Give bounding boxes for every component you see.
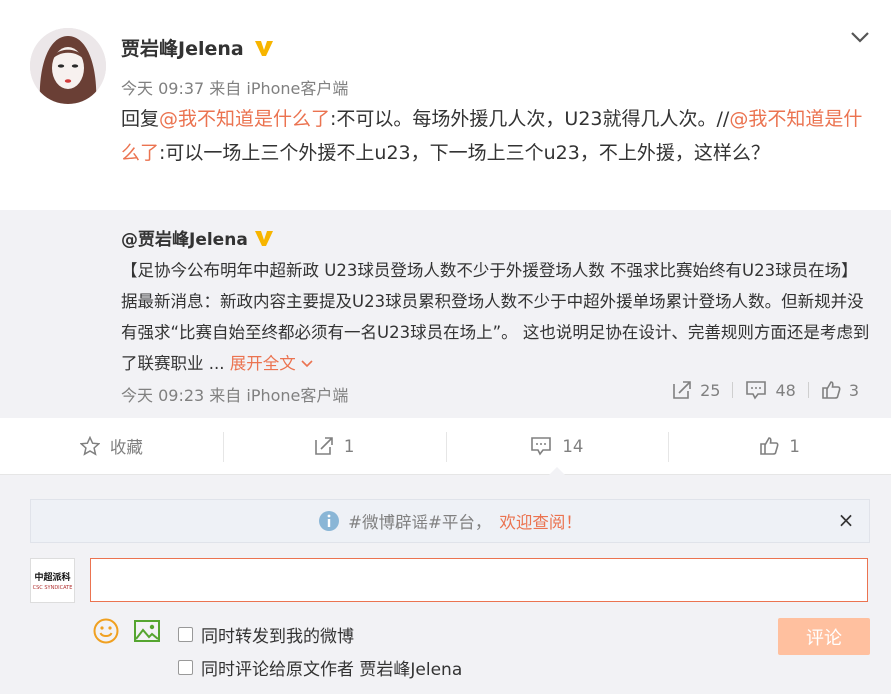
repost-block: @贾岩峰Jelena 【足协今公布明年中超新政 U23球员登场人数不少于外援登场… [0,210,891,418]
repost-meta: 今天 09:23 来自 iPhone客户端 [121,386,349,405]
forward-checkbox[interactable] [178,627,193,642]
option-label: 同时评论给原文作者 贾岩峰Jelena [201,660,463,680]
forward-icon [315,437,333,455]
chevron-down-icon[interactable] [849,28,871,46]
avatar[interactable] [30,28,106,104]
like-button[interactable]: 1 [668,418,891,474]
info-icon [319,511,340,531]
comment-panel: #微博辟谣#平台， 欢迎查阅！ × 中超派科 CSC SYNDICATE 同时转发… [0,475,891,694]
verified-v-icon [254,40,273,56]
post-text-part: :不可以。每场外援几人次，U23就得几人次。// [330,108,730,130]
favorite-button[interactable]: 收藏 [0,418,223,474]
forward-count: 1 [343,436,355,456]
close-icon[interactable]: × [837,510,855,530]
expand-full-text-link[interactable]: 展开全文 [230,354,313,373]
favorite-label: 收藏 [109,438,143,457]
like-count: 3 [848,380,859,400]
comment-input[interactable] [90,558,868,602]
repost-author[interactable]: @贾岩峰Jelena [121,225,248,250]
comment-button[interactable]: 14 [445,418,669,475]
repost-like-button[interactable]: 3 [809,380,871,400]
repost-stats: 25 48 3 [660,380,871,400]
comment-icon [531,437,552,456]
comment-original-checkbox[interactable] [178,660,193,675]
author-row: 贾岩峰Jelena [121,34,274,61]
repost-comment-button[interactable]: 48 [733,380,807,400]
verified-v-icon [254,230,273,246]
action-bar: 收藏 1 14 1 [0,418,891,475]
comment-icon [746,381,767,400]
thumbs-up-icon [760,437,779,455]
repost-author-row: @贾岩峰Jelena [121,225,274,250]
post-text-part: :可以一场上三个外援不上u23，下一场上三个u23，不上外援，这样么？ [159,142,770,164]
like-count: 1 [789,436,800,456]
weibo-post-card: 贾岩峰Jelena 今天 09:37 来自 iPhone客户端 回复@我不知道是… [0,0,891,694]
star-icon [79,436,100,456]
notice-text: #微博辟谣#平台， [348,513,492,532]
forward-icon [673,381,691,399]
image-icon[interactable] [133,617,161,645]
thumbs-up-icon [822,381,841,399]
forward-count: 25 [700,380,721,400]
option-label: 同时转发到我的微博 [201,627,354,647]
logo-subtext: CSC SYNDICATE [32,585,73,591]
forward-button[interactable]: 1 [222,418,446,474]
author-name[interactable]: 贾岩峰Jelena [121,34,244,61]
notice-link[interactable]: 欢迎查阅！ [499,509,582,533]
repost-forward-button[interactable]: 25 [660,380,732,400]
comment-count: 14 [562,436,584,456]
comment-count: 48 [775,380,796,400]
forward-to-my-weibo-option[interactable]: 同时转发到我的微博 [178,622,354,647]
mention-link[interactable]: @我不知道是什么了 [159,108,330,130]
chevron-down-icon [301,360,313,368]
rumor-notice-banner: #微博辟谣#平台， 欢迎查阅！ × [30,499,870,543]
repost-text: 【足协今公布明年中超新政 U23球员登场人数不少于外援登场人数 不强求比赛始终有… [121,255,871,379]
post-text-part: 回复 [121,108,160,130]
user-avatar-logo: 中超派科 CSC SYNDICATE [30,558,75,603]
post-text: 回复@我不知道是什么了:不可以。每场外援几人次，U23就得几人次。//@我不知道… [121,102,876,170]
comment-to-original-author-option[interactable]: 同时评论给原文作者 贾岩峰Jelena [178,655,462,680]
logo-text: 中超派科 [34,573,71,583]
emoji-icon[interactable] [92,617,120,645]
expand-label: 展开全文 [229,354,296,373]
post-meta: 今天 09:37 来自 iPhone客户端 [121,79,349,98]
submit-comment-button[interactable]: 评论 [778,618,870,655]
